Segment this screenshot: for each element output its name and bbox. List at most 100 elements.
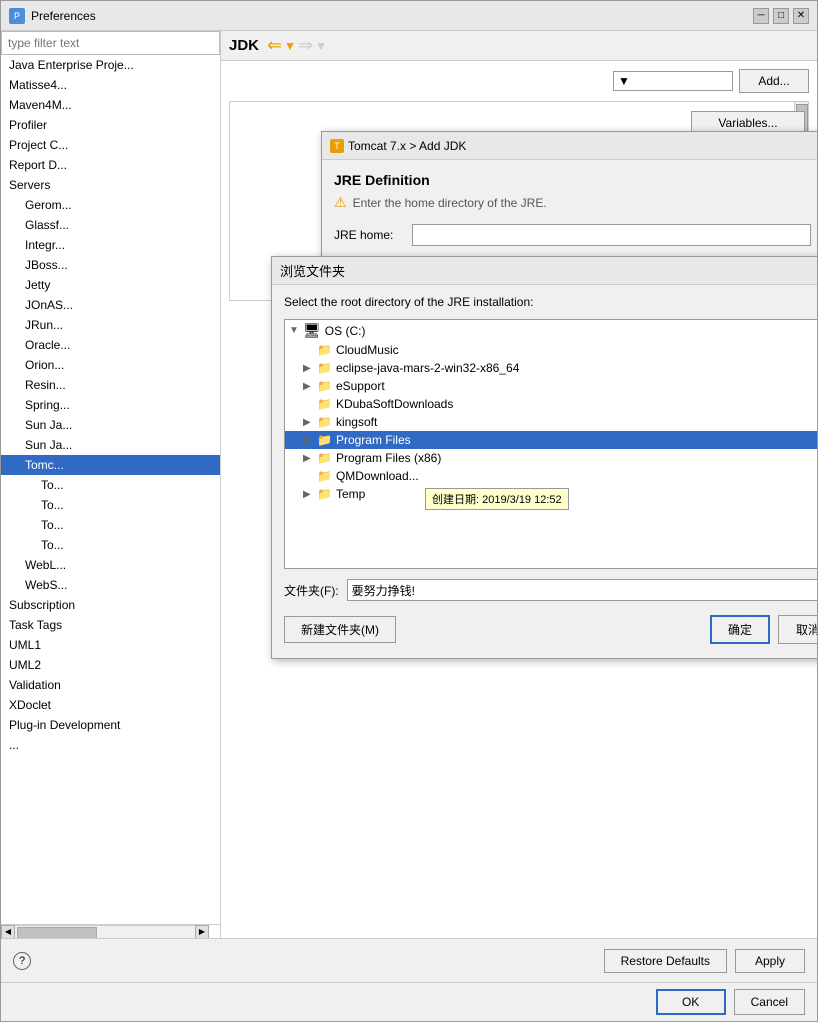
file-name-row: 文件夹(F):	[284, 579, 817, 601]
sidebar-item-validation[interactable]: Validation	[1, 675, 220, 695]
file-name-input[interactable]	[347, 579, 817, 601]
sidebar-item-resin[interactable]: Resin...	[1, 375, 220, 395]
jre-home-label: JRE home:	[334, 228, 404, 242]
jre-warning-text: Enter the home directory of the JRE.	[353, 196, 547, 210]
sidebar-item-plugin-dev[interactable]: Plug-in Development	[1, 715, 220, 735]
tree-item-program-files-x86[interactable]: ▶ 📁 Program Files (x86)	[285, 449, 817, 467]
tomcat-dialog-titlebar: T Tomcat 7.x > Add JDK ─ □ ✕	[322, 132, 817, 160]
sidebar-item-tom4[interactable]: To...	[1, 535, 220, 555]
tree-label: kingsoft	[336, 415, 377, 429]
sidebar-item-orion[interactable]: Orion...	[1, 355, 220, 375]
tree-item-kduba[interactable]: ▶ 📁 KDubaSoftDownloads	[285, 395, 817, 413]
file-dialog-footer: 新建文件夹(M) 确定 取消	[284, 611, 817, 648]
sidebar-item-servers[interactable]: Servers	[1, 175, 220, 195]
sidebar-item-project-c[interactable]: Project C...	[1, 135, 220, 155]
apply-button[interactable]: Apply	[735, 949, 805, 973]
forward-arrow[interactable]: ⇒	[298, 35, 313, 56]
jdk-dropdown[interactable]: ▼	[613, 71, 733, 91]
tomcat-icon: T	[330, 139, 344, 153]
tree-label: KDubaSoftDownloads	[336, 397, 453, 411]
tree-item-cloudmusic[interactable]: ▶ 📁 CloudMusic	[285, 341, 817, 359]
close-button[interactable]: ✕	[793, 8, 809, 24]
sidebar-item-task-tags[interactable]: Task Tags	[1, 615, 220, 635]
tree-item-esupport[interactable]: ▶ 📁 eSupport	[285, 377, 817, 395]
sidebar-item-report-d[interactable]: Report D...	[1, 155, 220, 175]
warning-icon: ⚠	[334, 194, 347, 211]
tree-label: CloudMusic	[336, 343, 399, 357]
panel-title: JDK	[229, 37, 259, 54]
sidebar-item-subscription[interactable]: Subscription	[1, 595, 220, 615]
cancel-button[interactable]: Cancel	[734, 989, 805, 1015]
maximize-button[interactable]: □	[773, 8, 789, 24]
jre-warning: ⚠ Enter the home directory of the JRE.	[334, 194, 817, 211]
restore-defaults-button[interactable]: Restore Defaults	[604, 949, 727, 973]
sidebar-item-oracle[interactable]: Oracle...	[1, 335, 220, 355]
sidebar-item-webl[interactable]: WebL...	[1, 555, 220, 575]
new-folder-button[interactable]: 新建文件夹(M)	[284, 616, 396, 643]
file-dialog: 浏览文件夹 ✕ Select the root directory of the…	[271, 256, 817, 659]
add-button[interactable]: Add...	[739, 69, 809, 93]
tree-item-eclipse[interactable]: ▶ 📁 eclipse-java-mars-2-win32-x86_64	[285, 359, 817, 377]
jre-home-row: JRE home: Directory...	[334, 223, 817, 247]
nav-dropdown2[interactable]: ▼	[315, 39, 327, 53]
sidebar-item-jrun[interactable]: JRun...	[1, 315, 220, 335]
panel-body: ▼ Add... Variables... xternal JARs... oc…	[221, 61, 817, 938]
tomcat-dialog-title: Tomcat 7.x > Add JDK	[348, 139, 466, 153]
back-arrow[interactable]: ⇐	[267, 35, 282, 56]
scroll-right-btn[interactable]: ▶	[195, 925, 209, 939]
scroll-left-btn[interactable]: ◀	[1, 925, 15, 939]
sidebar-item-matisse[interactable]: Matisse4...	[1, 75, 220, 95]
window-title: Preferences	[31, 9, 96, 23]
sidebar-item-geronimo[interactable]: Gerom...	[1, 195, 220, 215]
minimize-button[interactable]: ─	[753, 8, 769, 24]
sidebar-item-java-enterprise[interactable]: Java Enterprise Proje...	[1, 55, 220, 75]
file-dialog-header: 浏览文件夹 ✕	[272, 257, 817, 285]
file-ok-button[interactable]: 确定	[710, 615, 770, 644]
title-bar: P Preferences ─ □ ✕	[1, 1, 817, 31]
tree-label: Program Files (x86)	[336, 451, 441, 465]
file-tree[interactable]: ▼ 🖥 OS (C:) ▶ 📁 CloudMusic	[284, 319, 817, 569]
expand-icon: ▼	[289, 325, 303, 336]
sidebar-item-tom2[interactable]: To...	[1, 495, 220, 515]
sidebar: Java Enterprise Proje... Matisse4... Mav…	[1, 31, 221, 938]
sidebar-item-tom3[interactable]: To...	[1, 515, 220, 535]
file-name-label: 文件夹(F):	[284, 582, 339, 599]
tree-root[interactable]: ▼ 🖥 OS (C:)	[285, 320, 817, 341]
jdk-toolbar: ▼ Add...	[229, 69, 809, 93]
filter-input[interactable]	[1, 31, 220, 55]
tree-item-kingsoft[interactable]: ▶ 📁 kingsoft	[285, 413, 817, 431]
file-dialog-instruction: Select the root directory of the JRE ins…	[284, 295, 817, 309]
tree-item-program-files[interactable]: ▶ 📁 Program Files	[285, 431, 817, 449]
ok-cancel-bar: OK Cancel	[1, 982, 817, 1021]
sidebar-item-xdoclet[interactable]: XDoclet	[1, 695, 220, 715]
sidebar-item-jboss[interactable]: JBoss...	[1, 255, 220, 275]
sidebar-item-more[interactable]: ...	[1, 735, 220, 755]
sidebar-item-spring[interactable]: Spring...	[1, 395, 220, 415]
sidebar-item-tomcat[interactable]: Tomc...	[1, 455, 220, 475]
jre-home-input[interactable]	[412, 224, 811, 246]
nav-dropdown1[interactable]: ▼	[284, 39, 296, 53]
sidebar-item-uml2[interactable]: UML2	[1, 655, 220, 675]
tree-label: Program Files	[336, 433, 411, 447]
nav-arrows: ⇐ ▼ ⇒ ▼	[267, 35, 327, 56]
tooltip-text: 创建日期: 2019/3/19 12:52	[432, 494, 562, 506]
sidebar-item-sunja1[interactable]: Sun Ja...	[1, 415, 220, 435]
tomcat-dialog-body: 📚 JRE Definition ⚠ Enter the home direct…	[322, 160, 817, 267]
sidebar-item-maven[interactable]: Maven4M...	[1, 95, 220, 115]
file-cancel-button[interactable]: 取消	[778, 615, 817, 644]
sidebar-item-glassfish[interactable]: Glassf...	[1, 215, 220, 235]
sidebar-item-sunja2[interactable]: Sun Ja...	[1, 435, 220, 455]
panel-header-row: JDK ⇐ ▼ ⇒ ▼	[221, 31, 817, 61]
tree-label: eclipse-java-mars-2-win32-x86_64	[336, 361, 519, 375]
sidebar-item-jetty[interactable]: Jetty	[1, 275, 220, 295]
sidebar-item-uml1[interactable]: UML1	[1, 635, 220, 655]
help-icon[interactable]: ?	[13, 952, 31, 970]
sidebar-item-integ[interactable]: Integr...	[1, 235, 220, 255]
sidebar-item-profiler[interactable]: Profiler	[1, 115, 220, 135]
ok-button[interactable]: OK	[656, 989, 726, 1015]
sidebar-item-jonas[interactable]: JOnAS...	[1, 295, 220, 315]
sidebar-item-tom1[interactable]: To...	[1, 475, 220, 495]
tree-item-qmdownload[interactable]: ▶ 📁 QMDownload...	[285, 467, 817, 485]
main-content: Java Enterprise Proje... Matisse4... Mav…	[1, 31, 817, 938]
sidebar-item-webs[interactable]: WebS...	[1, 575, 220, 595]
